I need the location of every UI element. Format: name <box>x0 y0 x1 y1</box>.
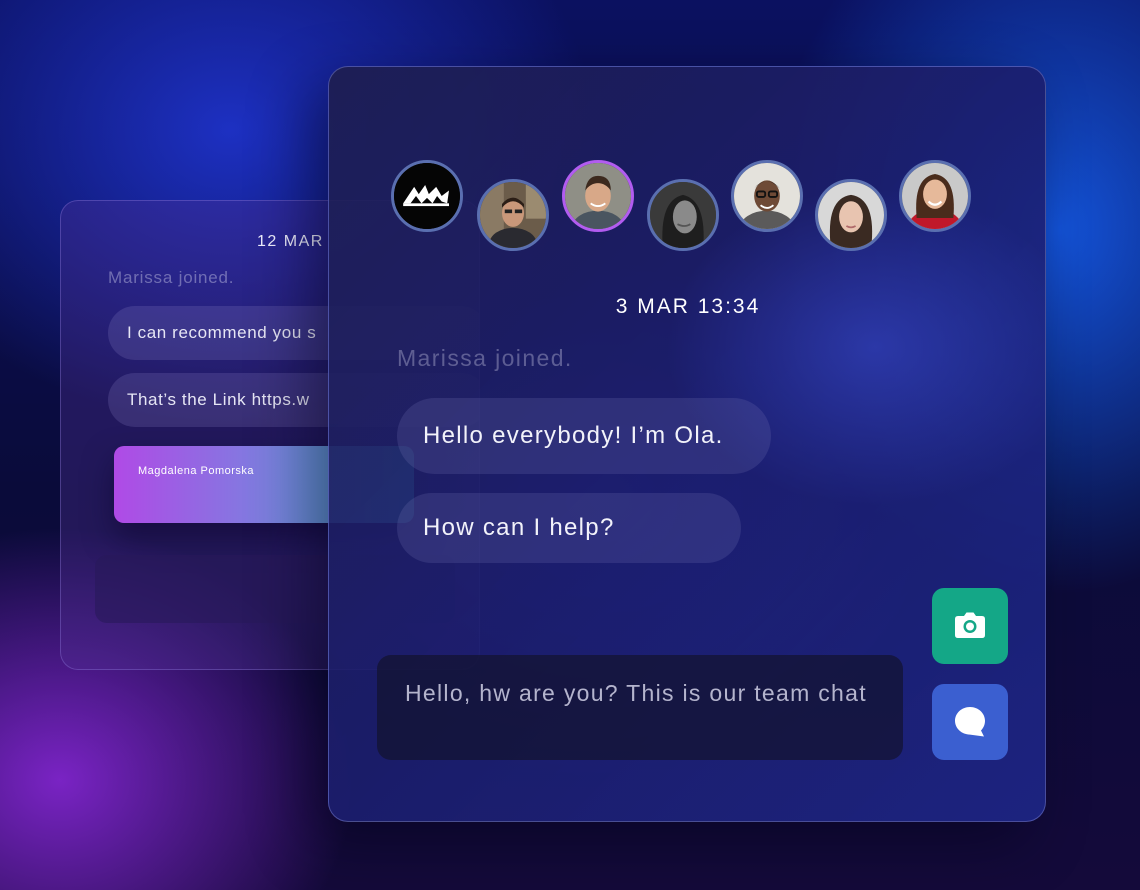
chat-join-notice: Marissa joined. <box>397 345 573 371</box>
brand-logo-icon[interactable] <box>391 160 463 232</box>
camera-button[interactable] <box>932 588 1008 664</box>
back-chat-date: 12 MAR <box>257 233 324 250</box>
chat-button[interactable] <box>932 684 1008 760</box>
team-chat-panel: 3 MAR 13:34 Marissa joined. Hello everyb… <box>328 66 1046 822</box>
user-avatar[interactable] <box>477 179 549 251</box>
user-avatar[interactable] <box>731 160 803 232</box>
user-avatar[interactable] <box>562 160 634 232</box>
message-input[interactable]: Hello, hw are you? This is our team chat <box>377 655 903 760</box>
camera-icon <box>955 612 985 638</box>
chat-bubble-icon <box>955 707 985 737</box>
back-chat-join-notice: Marissa joined. <box>108 268 235 287</box>
user-avatar[interactable] <box>899 160 971 232</box>
chat-message: Hello everybody! I’m Ola. <box>397 398 771 474</box>
chat-message: How can I help? <box>397 493 741 563</box>
chat-date-divider: 3 MAR 13:34 <box>615 295 761 318</box>
contact-card-name: Magdalena Pomorska <box>138 465 255 477</box>
user-avatar[interactable] <box>815 179 887 251</box>
user-avatar[interactable] <box>647 179 719 251</box>
